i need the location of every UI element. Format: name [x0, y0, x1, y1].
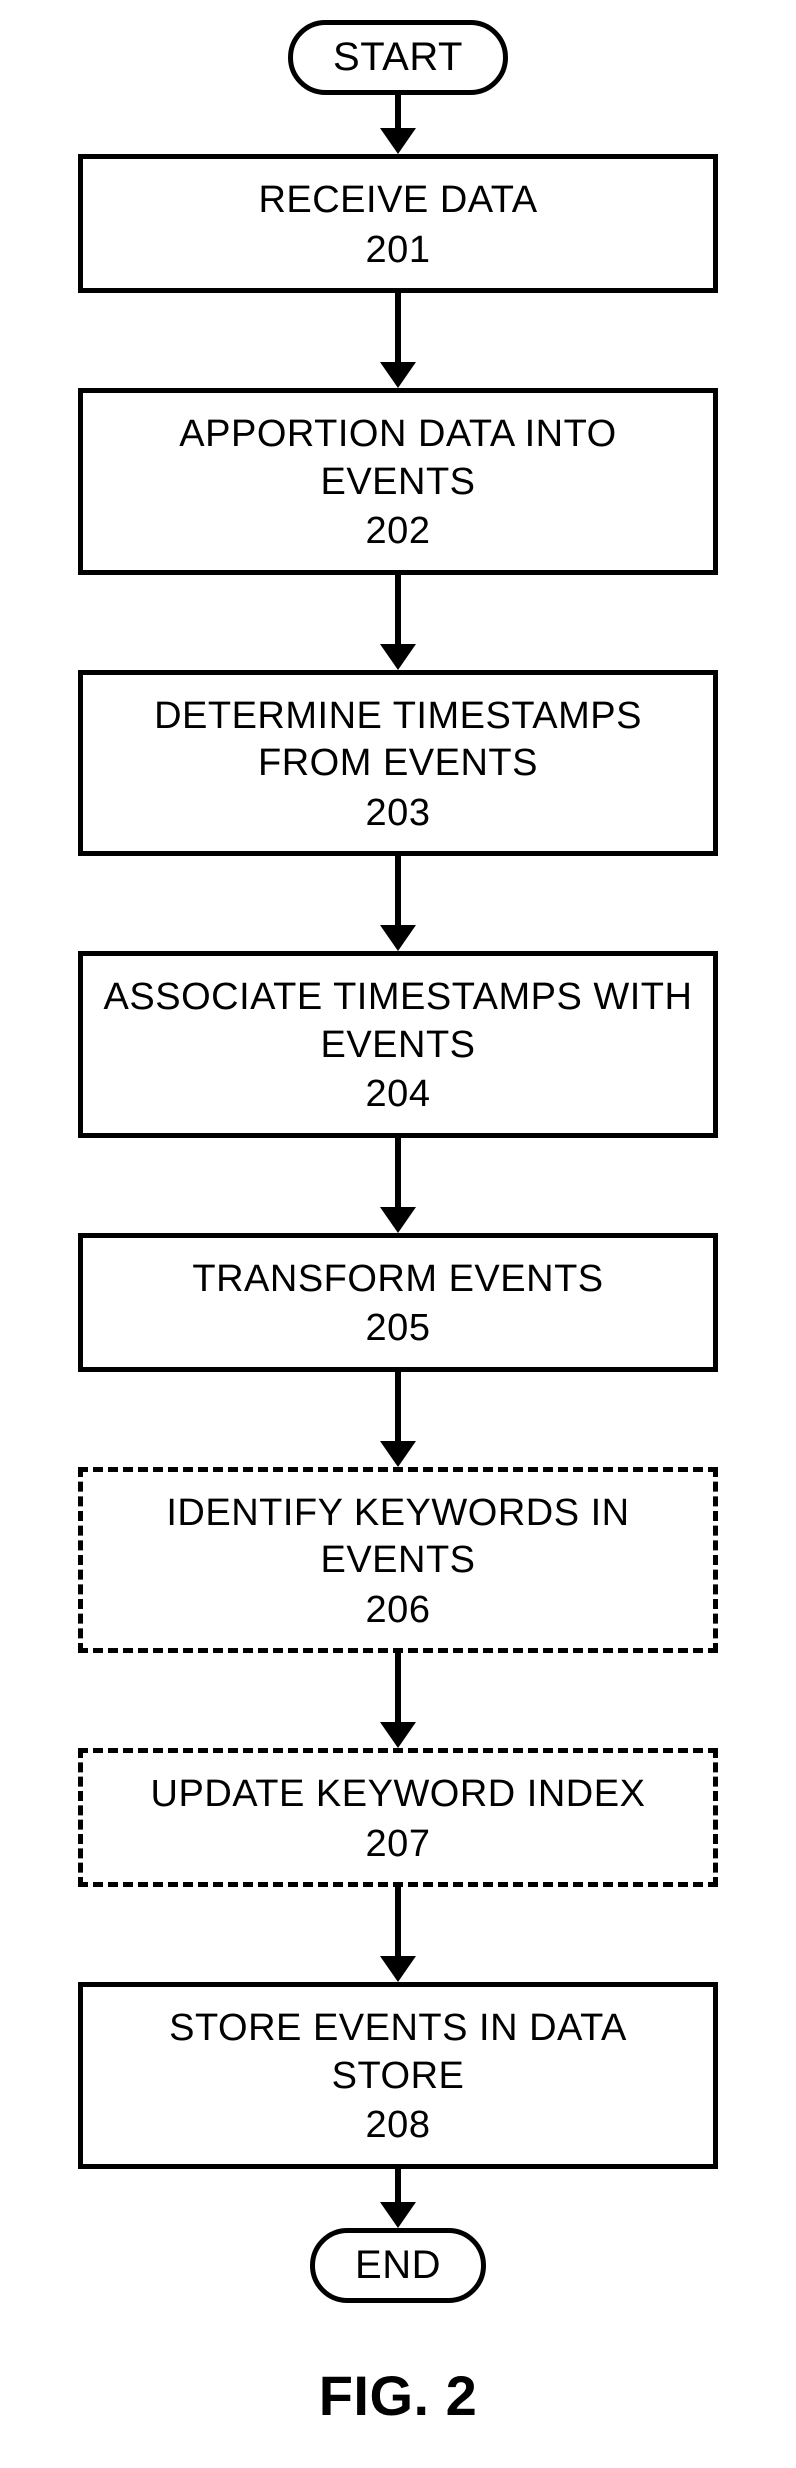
step-208: STORE EVENTS IN DATA STORE 208	[78, 1982, 718, 2169]
arrow-head-icon	[380, 1441, 416, 1467]
arrow-icon	[380, 1653, 416, 1748]
arrow-icon	[380, 2169, 416, 2228]
step-204: ASSOCIATE TIMESTAMPS WITH EVENTS 204	[78, 951, 718, 1138]
end-terminator: END	[310, 2228, 486, 2303]
arrow-icon	[380, 856, 416, 951]
step-207: UPDATE KEYWORD INDEX 207	[78, 1748, 718, 1887]
step-label: TRANSFORM EVENTS	[99, 1256, 697, 1304]
end-label: END	[355, 2243, 441, 2287]
step-number: 202	[99, 508, 697, 556]
step-201: RECEIVE DATA 201	[78, 154, 718, 293]
step-number: 204	[99, 1071, 697, 1119]
step-number: 207	[99, 1821, 697, 1869]
step-label: IDENTIFY KEYWORDS IN EVENTS	[99, 1490, 697, 1585]
arrow-head-icon	[380, 1207, 416, 1233]
arrow-shaft	[395, 293, 401, 363]
arrow-shaft	[395, 2169, 401, 2203]
arrow-shaft	[395, 1653, 401, 1723]
arrow-shaft	[395, 95, 401, 129]
arrow-icon	[380, 1372, 416, 1467]
start-terminator: START	[288, 20, 508, 95]
arrow-head-icon	[380, 925, 416, 951]
step-202: APPORTION DATA INTO EVENTS 202	[78, 388, 718, 575]
arrow-head-icon	[380, 1956, 416, 1982]
arrow-shaft	[395, 1138, 401, 1208]
arrow-icon	[380, 575, 416, 670]
arrow-shaft	[395, 575, 401, 645]
arrow-head-icon	[380, 1722, 416, 1748]
start-label: START	[333, 35, 463, 79]
arrow-icon	[380, 1138, 416, 1233]
step-label: DETERMINE TIMESTAMPS FROM EVENTS	[99, 693, 697, 788]
step-number: 201	[99, 227, 697, 275]
step-label: ASSOCIATE TIMESTAMPS WITH EVENTS	[99, 974, 697, 1069]
step-label: STORE EVENTS IN DATA STORE	[99, 2005, 697, 2100]
arrow-shaft	[395, 1887, 401, 1957]
figure-label: FIG. 2	[319, 2363, 478, 2428]
step-label: APPORTION DATA INTO EVENTS	[99, 411, 697, 506]
step-label: UPDATE KEYWORD INDEX	[99, 1771, 697, 1819]
step-205: TRANSFORM EVENTS 205	[78, 1233, 718, 1372]
arrow-icon	[380, 293, 416, 388]
arrow-shaft	[395, 1372, 401, 1442]
arrow-head-icon	[380, 362, 416, 388]
arrow-head-icon	[380, 644, 416, 670]
step-203: DETERMINE TIMESTAMPS FROM EVENTS 203	[78, 670, 718, 857]
step-label: RECEIVE DATA	[99, 177, 697, 225]
flowchart-page: START RECEIVE DATA 201 APPORTION DATA IN…	[0, 0, 796, 2468]
step-206: IDENTIFY KEYWORDS IN EVENTS 206	[78, 1467, 718, 1654]
arrow-head-icon	[380, 2202, 416, 2228]
arrow-icon	[380, 1887, 416, 1982]
step-number: 208	[99, 2102, 697, 2150]
step-number: 206	[99, 1587, 697, 1635]
step-number: 205	[99, 1305, 697, 1353]
arrow-shaft	[395, 856, 401, 926]
arrow-head-icon	[380, 128, 416, 154]
arrow-icon	[380, 95, 416, 154]
step-number: 203	[99, 790, 697, 838]
